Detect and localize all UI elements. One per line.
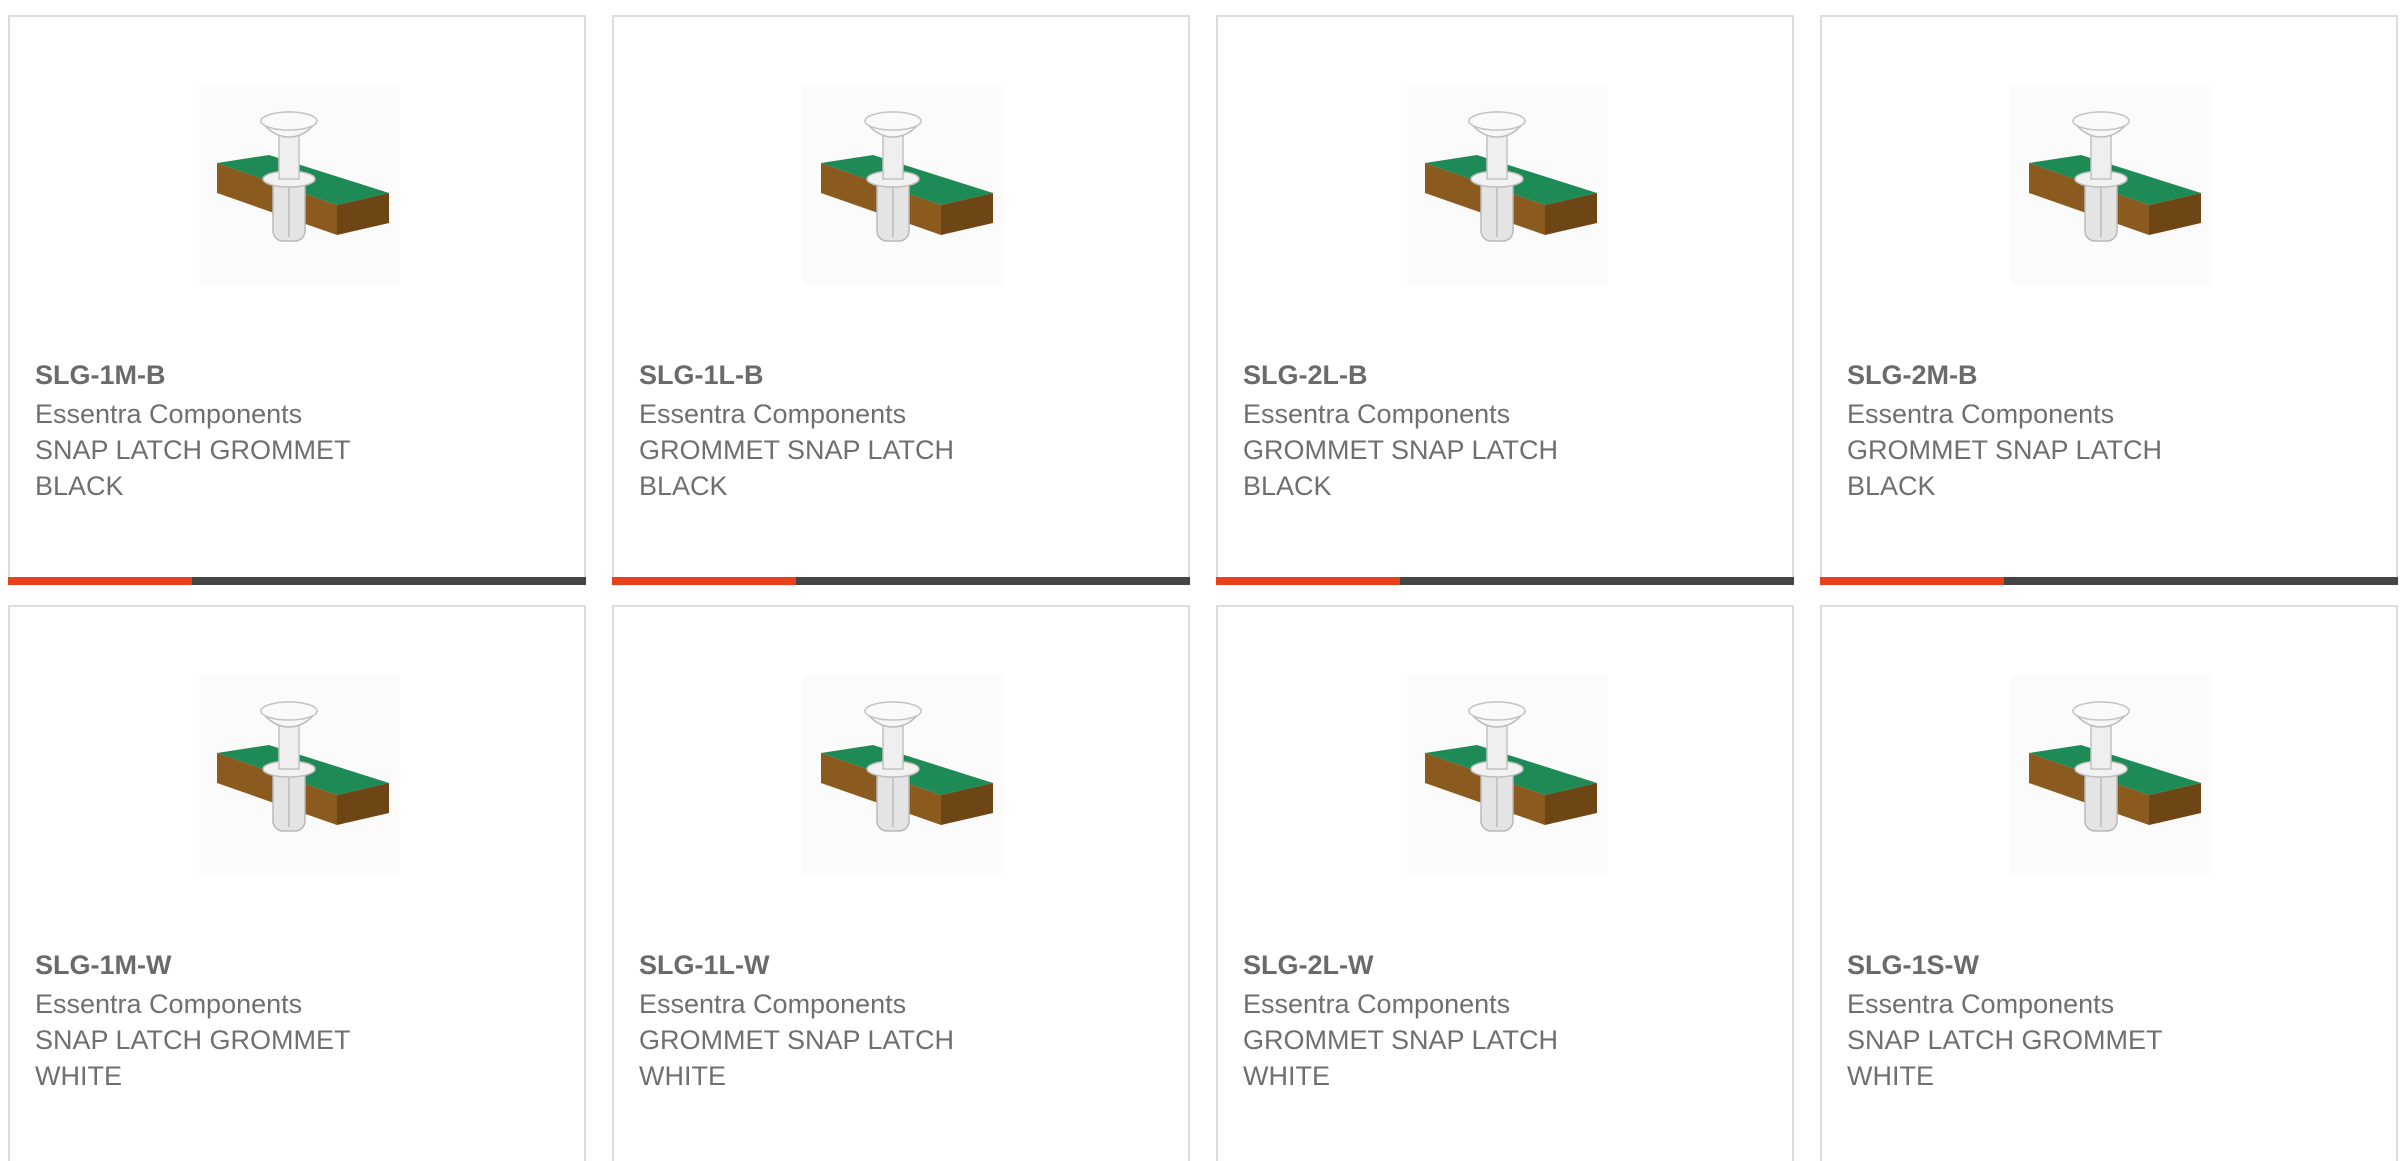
- snap-latch-grommet-icon: [1407, 675, 1607, 875]
- part-number[interactable]: SLG-2M-B: [1847, 357, 2376, 393]
- card-footer-bar: [612, 577, 1190, 585]
- part-number[interactable]: SLG-2L-B: [1243, 357, 1772, 393]
- part-number[interactable]: SLG-1M-W: [35, 947, 564, 983]
- snap-latch-grommet-icon: [2011, 85, 2211, 285]
- snap-latch-grommet-icon: [1407, 85, 1607, 285]
- description: SNAP LATCH GROMMET: [35, 435, 351, 465]
- product-card[interactable]: SLG-1L-B Essentra Components GROMMET SNA…: [612, 15, 1190, 585]
- manufacturer: Essentra Components: [35, 989, 303, 1019]
- manufacturer: Essentra Components: [639, 399, 907, 429]
- product-info: SLG-1M-B Essentra Components SNAP LATCH …: [35, 357, 564, 504]
- product-card[interactable]: SLG-2L-B Essentra Components GROMMET SNA…: [1216, 15, 1794, 585]
- manufacturer: Essentra Components: [1847, 399, 2115, 429]
- description: GROMMET SNAP LATCH: [639, 1025, 955, 1055]
- description: SNAP LATCH GROMMET: [1847, 1025, 2163, 1055]
- snap-latch-grommet-icon: [803, 675, 1003, 875]
- description: GROMMET SNAP LATCH: [639, 435, 955, 465]
- manufacturer: Essentra Components: [1243, 989, 1511, 1019]
- product-grid: SLG-1M-B Essentra Components SNAP LATCH …: [0, 0, 2400, 1161]
- product-card[interactable]: SLG-2M-B Essentra Components GROMMET SNA…: [1820, 15, 2398, 585]
- manufacturer: Essentra Components: [1847, 989, 2115, 1019]
- color-variant: BLACK: [639, 471, 728, 501]
- product-info: SLG-2M-B Essentra Components GROMMET SNA…: [1847, 357, 2376, 504]
- manufacturer: Essentra Components: [1243, 399, 1511, 429]
- snap-latch-grommet-icon: [2011, 675, 2211, 875]
- description: GROMMET SNAP LATCH: [1847, 435, 2163, 465]
- color-variant: WHITE: [1847, 1061, 1934, 1091]
- color-variant: WHITE: [35, 1061, 122, 1091]
- description: SNAP LATCH GROMMET: [35, 1025, 351, 1055]
- product-info: SLG-1S-W Essentra Components SNAP LATCH …: [1847, 947, 2376, 1094]
- color-variant: BLACK: [1847, 471, 1936, 501]
- color-variant: BLACK: [35, 471, 124, 501]
- part-number[interactable]: SLG-1M-B: [35, 357, 564, 393]
- product-info: SLG-1M-W Essentra Components SNAP LATCH …: [35, 947, 564, 1094]
- snap-latch-grommet-icon: [199, 675, 399, 875]
- color-variant: WHITE: [639, 1061, 726, 1091]
- card-footer-bar: [8, 577, 586, 585]
- product-card[interactable]: SLG-2L-W Essentra Components GROMMET SNA…: [1216, 605, 1794, 1161]
- description: GROMMET SNAP LATCH: [1243, 435, 1559, 465]
- accent-stripe: [1820, 577, 2004, 585]
- part-number[interactable]: SLG-1L-B: [639, 357, 1168, 393]
- snap-latch-grommet-icon: [803, 85, 1003, 285]
- card-footer-bar: [1216, 577, 1794, 585]
- product-card[interactable]: SLG-1M-B Essentra Components SNAP LATCH …: [8, 15, 586, 585]
- product-card[interactable]: SLG-1S-W Essentra Components SNAP LATCH …: [1820, 605, 2398, 1161]
- product-info: SLG-2L-B Essentra Components GROMMET SNA…: [1243, 357, 1772, 504]
- card-footer-bar: [1820, 577, 2398, 585]
- description: GROMMET SNAP LATCH: [1243, 1025, 1559, 1055]
- color-variant: WHITE: [1243, 1061, 1330, 1091]
- product-info: SLG-1L-B Essentra Components GROMMET SNA…: [639, 357, 1168, 504]
- manufacturer: Essentra Components: [35, 399, 303, 429]
- product-card[interactable]: SLG-1L-W Essentra Components GROMMET SNA…: [612, 605, 1190, 1161]
- part-number[interactable]: SLG-2L-W: [1243, 947, 1772, 983]
- accent-stripe: [8, 577, 192, 585]
- part-number[interactable]: SLG-1L-W: [639, 947, 1168, 983]
- product-info: SLG-1L-W Essentra Components GROMMET SNA…: [639, 947, 1168, 1094]
- accent-stripe: [612, 577, 796, 585]
- color-variant: BLACK: [1243, 471, 1332, 501]
- snap-latch-grommet-icon: [199, 85, 399, 285]
- part-number[interactable]: SLG-1S-W: [1847, 947, 2376, 983]
- accent-stripe: [1216, 577, 1400, 585]
- manufacturer: Essentra Components: [639, 989, 907, 1019]
- product-info: SLG-2L-W Essentra Components GROMMET SNA…: [1243, 947, 1772, 1094]
- product-card[interactable]: SLG-1M-W Essentra Components SNAP LATCH …: [8, 605, 586, 1161]
